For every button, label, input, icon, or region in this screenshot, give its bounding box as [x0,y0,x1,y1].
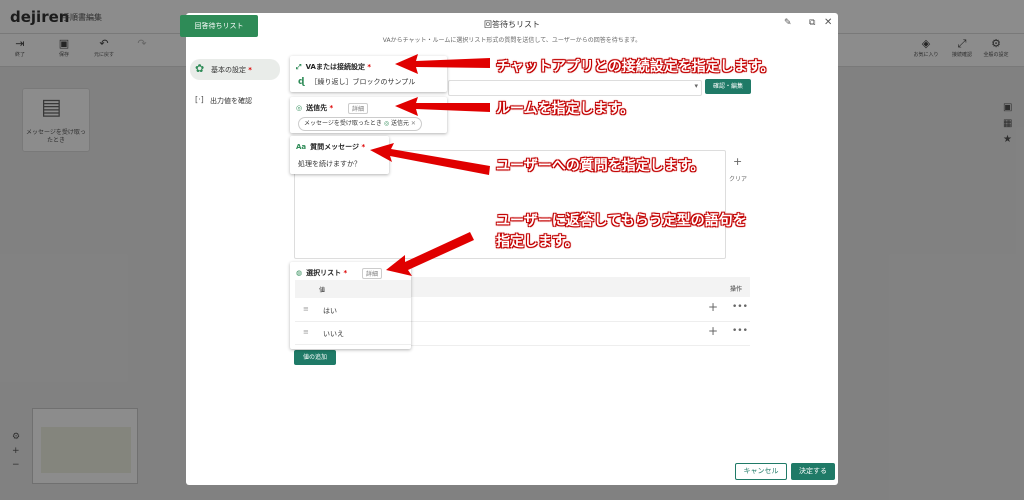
arrow-question [370,143,490,175]
annotation-question: ユーザーへの質問を指定します。 [496,158,705,174]
annotation-connection: チャットアプリとの接続設定を指定します。 [496,59,775,75]
arrow-choice [386,232,474,276]
annotation-choice-line1: ユーザーに返答してもらう定型の語句を [496,213,747,229]
arrow-destination [395,97,490,116]
annotation-choice-line2: 指定します。 [496,234,579,250]
annotation-destination: ルームを指定します。 [496,101,635,117]
arrow-connection [395,54,490,74]
